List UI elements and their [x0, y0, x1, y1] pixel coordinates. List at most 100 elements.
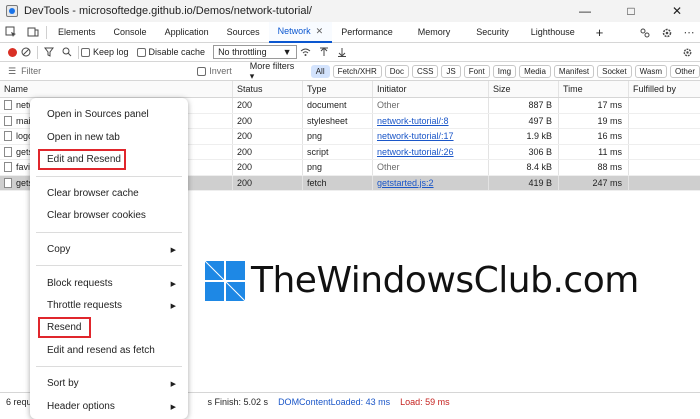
- import-har-icon[interactable]: [315, 43, 333, 62]
- size-cell: 8.4 kB: [489, 160, 559, 175]
- invert-checkbox[interactable]: Invert: [197, 66, 232, 76]
- filter-chip-manifest[interactable]: Manifest: [553, 64, 595, 78]
- throttling-value: No throttling: [218, 47, 267, 57]
- search-icon[interactable]: [58, 43, 76, 62]
- customize-icon[interactable]: [634, 22, 656, 43]
- divider: [37, 45, 38, 59]
- menu-item-resend[interactable]: Resend: [47, 322, 81, 333]
- tab-network[interactable]: Network ✕: [268, 21, 333, 43]
- record-icon[interactable]: [8, 47, 17, 57]
- settings-gear-icon[interactable]: [656, 22, 678, 43]
- file-icon: [4, 131, 12, 142]
- initiator-cell: Other: [373, 98, 489, 113]
- more-filters-dropdown[interactable]: More filters ▾: [250, 61, 297, 82]
- filter-chip-other[interactable]: Other: [669, 64, 700, 78]
- menu-item-sort-by[interactable]: Sort by: [47, 378, 79, 389]
- menu-item-edit-and-resend-as-fetch[interactable]: Edit and resend as fetch: [47, 345, 155, 356]
- filter-input[interactable]: ☰ Filter: [8, 64, 190, 78]
- menu-item-throttle-requests[interactable]: Throttle requests: [47, 300, 122, 311]
- file-icon: [4, 115, 12, 126]
- network-conditions-icon[interactable]: [297, 43, 315, 62]
- initiator-value[interactable]: network-tutorial/:26: [377, 147, 454, 157]
- tab-performance[interactable]: Performance: [332, 22, 402, 43]
- menu-item-block-requests[interactable]: Block requests: [47, 278, 113, 289]
- window-title: DevTools - microsoftedge.github.io/Demos…: [24, 5, 312, 17]
- menu-item-clear-browser-cache[interactable]: Clear browser cache: [47, 188, 139, 199]
- initiator-value: Other: [377, 162, 400, 173]
- tab-application[interactable]: Application: [156, 22, 218, 43]
- more-options-icon[interactable]: ⋯: [678, 22, 700, 43]
- close-tab-icon[interactable]: ✕: [316, 26, 324, 37]
- devtools-app-icon: [6, 5, 18, 17]
- tab-memory[interactable]: Memory: [402, 22, 467, 43]
- dom-content-loaded: DOMContentLoaded: 43 ms: [278, 396, 391, 407]
- filter-chip-css[interactable]: CSS: [411, 64, 439, 78]
- filter-chip-socket[interactable]: Socket: [597, 64, 632, 78]
- filter-chip-doc[interactable]: Doc: [384, 64, 409, 78]
- submenu-arrow-icon: ▶: [170, 381, 176, 388]
- tab-sources[interactable]: Sources: [218, 22, 269, 43]
- network-toolbar: Keep log Disable cache No throttling ▼: [0, 43, 700, 62]
- filter-chip-wasm[interactable]: Wasm: [634, 64, 667, 78]
- filter-funnel-icon[interactable]: [40, 43, 58, 62]
- file-icon: [4, 100, 12, 111]
- export-har-icon[interactable]: [333, 43, 351, 62]
- disable-cache-checkbox[interactable]: Disable cache: [136, 47, 205, 57]
- inspect-element-icon[interactable]: [0, 22, 22, 43]
- keep-log-checkbox[interactable]: Keep log: [81, 47, 129, 57]
- filter-chip-media[interactable]: Media: [519, 64, 551, 78]
- type-cell: fetch: [303, 175, 373, 190]
- filter-chip-fetch-xhr[interactable]: Fetch/XHR: [332, 64, 382, 78]
- add-tab-button[interactable]: +: [587, 22, 613, 43]
- divider: [46, 25, 47, 39]
- initiator-value[interactable]: network-tutorial/:8: [377, 116, 449, 126]
- status-cell: 200: [233, 144, 303, 159]
- submenu-arrow-icon: ▶: [170, 247, 176, 254]
- status-cell: 200: [233, 160, 303, 175]
- size-cell: 1.9 kB: [489, 129, 559, 144]
- network-settings-gear-icon[interactable]: [678, 43, 696, 62]
- column-header-status[interactable]: Status: [233, 81, 303, 97]
- table-header: Name Status Type Initiator Size Time Ful…: [0, 81, 700, 98]
- fulfilled-by-cell: [629, 145, 700, 160]
- tab-security[interactable]: Security: [466, 22, 519, 43]
- status-cell: 200: [233, 113, 303, 128]
- checkbox-box[interactable]: [136, 47, 146, 57]
- column-header-size[interactable]: Size: [489, 81, 559, 97]
- fulfilled-by-cell: [629, 160, 700, 175]
- filter-chip-all[interactable]: All: [310, 64, 330, 78]
- close-window-button[interactable]: ✕: [654, 0, 700, 22]
- filter-chip-font[interactable]: Font: [463, 64, 490, 78]
- menu-divider: [36, 232, 182, 233]
- column-header-time[interactable]: Time: [559, 81, 629, 97]
- filter-chip-img[interactable]: Img: [492, 64, 517, 78]
- initiator-value[interactable]: network-tutorial/:17: [377, 131, 454, 141]
- filter-chip-js[interactable]: JS: [441, 64, 461, 78]
- initiator-value[interactable]: getstarted.js:2: [377, 178, 434, 188]
- tab-elements[interactable]: Elements: [49, 22, 105, 43]
- column-header-fulfilled-by[interactable]: Fulfilled by: [629, 81, 700, 97]
- type-cell: script: [303, 144, 373, 159]
- checkbox-box[interactable]: [197, 66, 207, 76]
- clear-icon[interactable]: [17, 43, 35, 62]
- checkbox-box[interactable]: [81, 47, 90, 57]
- menu-item-open-in-new-tab[interactable]: Open in new tab: [47, 132, 120, 143]
- type-cell: png: [303, 129, 373, 144]
- menu-item-clear-browser-cookies[interactable]: Clear browser cookies: [47, 210, 146, 221]
- menu-item-copy[interactable]: Copy: [47, 244, 70, 255]
- maximize-button[interactable]: □: [608, 0, 654, 22]
- finish-time: s Finish: 5.02 s: [207, 396, 269, 407]
- device-toolbar-icon[interactable]: [22, 22, 44, 43]
- column-header-name[interactable]: Name: [0, 81, 233, 97]
- column-header-type[interactable]: Type: [303, 81, 373, 97]
- menu-item-edit-and-resend[interactable]: Edit and Resend: [47, 154, 121, 165]
- menu-item-open-in-sources[interactable]: Open in Sources panel: [47, 109, 149, 120]
- column-header-initiator[interactable]: Initiator: [373, 81, 489, 97]
- minimize-button[interactable]: —: [562, 0, 608, 22]
- throttling-select[interactable]: No throttling ▼: [213, 45, 297, 59]
- file-icon: [4, 177, 12, 188]
- tab-lighthouse[interactable]: Lighthouse: [519, 22, 587, 43]
- tab-console[interactable]: Console: [105, 22, 156, 43]
- menu-item-header-options[interactable]: Header options: [47, 401, 115, 412]
- request-count: 6 requ: [6, 396, 32, 407]
